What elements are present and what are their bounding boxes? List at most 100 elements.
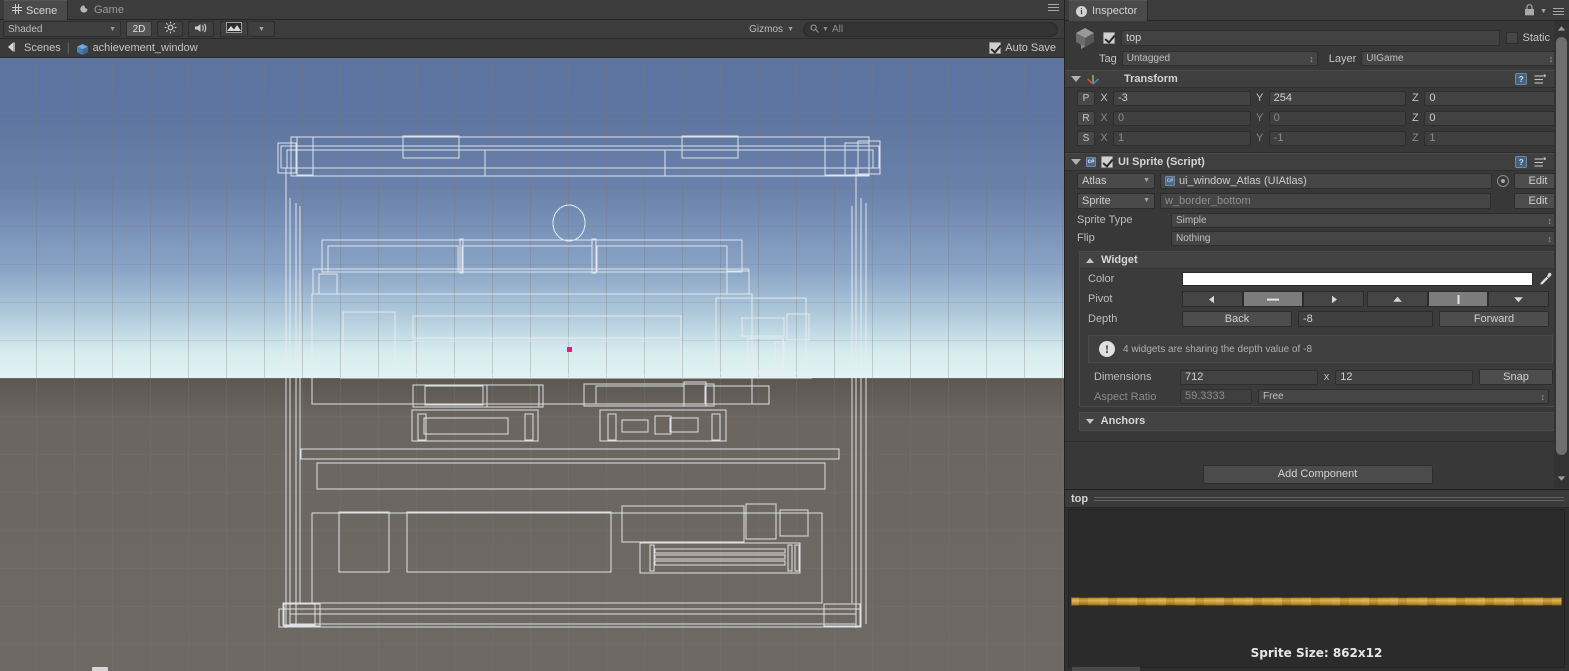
sprite-dropdown[interactable]: Sprite ▼ bbox=[1077, 193, 1155, 209]
dimensions-row: Dimensions 712 x 12 Snap bbox=[1080, 367, 1561, 387]
selection-center-marker bbox=[567, 347, 572, 352]
component-header-ui-sprite[interactable]: c# UI Sprite (Script) ? ⚙ bbox=[1065, 153, 1569, 171]
preset-icon[interactable] bbox=[1534, 74, 1546, 85]
back-arrow-icon[interactable] bbox=[6, 41, 18, 56]
sprite-label: Sprite bbox=[1082, 195, 1111, 207]
depth-back-button[interactable]: Back bbox=[1182, 311, 1292, 327]
scroll-up-icon[interactable] bbox=[1556, 23, 1567, 34]
help-icon[interactable]: ? bbox=[1515, 156, 1528, 168]
fx-toggle-button[interactable] bbox=[220, 21, 248, 37]
gameobject-name-input[interactable]: top bbox=[1121, 29, 1501, 46]
static-checkbox[interactable] bbox=[1506, 31, 1519, 44]
chevron-down-icon: ▼ bbox=[787, 25, 794, 33]
atlas-object-field[interactable]: c# ui_window_Atlas (UIAtlas) bbox=[1160, 173, 1492, 189]
object-picker-icon[interactable] bbox=[1497, 175, 1509, 187]
scrollbar-thumb[interactable] bbox=[1556, 37, 1567, 455]
tag-dropdown[interactable]: Untagged bbox=[1121, 51, 1318, 66]
gizmos-dropdown[interactable]: Gizmos ▼ bbox=[745, 22, 798, 37]
flip-row: Flip Nothing bbox=[1065, 229, 1569, 247]
scene-tabbar-menu[interactable] bbox=[1047, 3, 1060, 13]
tab-game[interactable]: Game bbox=[72, 0, 134, 20]
shading-mode-dropdown[interactable]: Shaded ▼ bbox=[3, 21, 121, 37]
widget-foldout-header[interactable]: Widget bbox=[1080, 252, 1561, 269]
pivot-row: Pivot bbox=[1080, 289, 1561, 309]
anchors-foldout-header[interactable]: Anchors bbox=[1080, 413, 1561, 430]
depth-forward-button[interactable]: Forward bbox=[1439, 311, 1549, 327]
eyedropper-icon[interactable] bbox=[1539, 272, 1553, 286]
inspector-tab-controls: ▼ bbox=[1524, 4, 1564, 19]
toggle-2d-button[interactable]: 2D bbox=[126, 21, 152, 37]
sprite-preview-image bbox=[1071, 597, 1562, 606]
fx-dropdown-button[interactable]: ▼ bbox=[249, 21, 275, 37]
shading-mode-value: Shaded bbox=[8, 23, 43, 35]
scale-y-input[interactable]: -1 bbox=[1268, 130, 1407, 146]
position-x-input[interactable]: -3 bbox=[1113, 90, 1251, 106]
component-header-transform[interactable]: Transform ? ⚙ bbox=[1065, 70, 1569, 88]
ui-sprite-enabled-checkbox[interactable] bbox=[1101, 156, 1113, 168]
divider bbox=[1065, 441, 1569, 442]
rotation-z-input[interactable]: 0 bbox=[1424, 110, 1563, 126]
aspect-ratio-mode-dropdown[interactable]: Free bbox=[1258, 389, 1549, 404]
tab-scene-label: Scene bbox=[26, 4, 58, 17]
tab-inspector[interactable]: i Inspector bbox=[1069, 0, 1149, 21]
depth-value-input[interactable]: -8 bbox=[1298, 311, 1433, 327]
transform-rotation-row: R X 0 Y 0 Z 0 bbox=[1065, 108, 1569, 128]
pivot-center-h-button[interactable] bbox=[1242, 291, 1304, 307]
tab-scene[interactable]: Scene bbox=[4, 0, 69, 20]
pivot-bottom-button[interactable] bbox=[1488, 291, 1550, 307]
add-component-button[interactable]: Add Component bbox=[1202, 465, 1433, 484]
dimensions-width-input[interactable]: 712 bbox=[1180, 369, 1318, 385]
flip-dropdown[interactable]: Nothing bbox=[1171, 230, 1556, 246]
foldout-icon[interactable] bbox=[1071, 76, 1081, 82]
scale-x-label: X bbox=[1100, 132, 1108, 144]
help-icon[interactable]: ? bbox=[1515, 73, 1528, 85]
lock-icon[interactable] bbox=[1524, 4, 1535, 19]
rotation-y-input[interactable]: 0 bbox=[1268, 110, 1407, 126]
pivot-top-button[interactable] bbox=[1367, 291, 1428, 307]
position-button[interactable]: P bbox=[1077, 90, 1095, 106]
position-y-input[interactable]: 254 bbox=[1268, 90, 1407, 106]
auto-save-checkbox[interactable] bbox=[989, 42, 1002, 54]
rotation-z-label: Z bbox=[1411, 112, 1419, 124]
sprite-type-label: Sprite Type bbox=[1077, 214, 1133, 226]
rotation-x-input[interactable]: 0 bbox=[1113, 110, 1251, 126]
scene-viewport[interactable] bbox=[0, 58, 1064, 671]
inspector-scrollbar[interactable] bbox=[1554, 21, 1569, 488]
inspector-panel: i Inspector ▼ top Static Tag Untagged ↕ … bbox=[1064, 0, 1569, 671]
auto-save-toggle[interactable]: Auto Save bbox=[989, 42, 1056, 54]
color-swatch[interactable] bbox=[1182, 272, 1533, 286]
lighting-toggle-button[interactable] bbox=[157, 21, 183, 37]
sprite-type-dropdown[interactable]: Simple bbox=[1171, 212, 1556, 228]
rotation-button[interactable]: R bbox=[1077, 110, 1095, 126]
scroll-down-icon[interactable] bbox=[1556, 473, 1567, 484]
position-z-input[interactable]: 0 bbox=[1424, 90, 1563, 106]
scale-z-input[interactable]: 1 bbox=[1424, 130, 1563, 146]
pivot-left-button[interactable] bbox=[1182, 291, 1243, 307]
scale-x-input[interactable]: 1 bbox=[1113, 130, 1251, 146]
sprite-preview-canvas[interactable]: Sprite Size: 862x12 bbox=[1068, 509, 1565, 668]
preview-bottom-button[interactable] bbox=[1071, 666, 1141, 671]
scale-button[interactable]: S bbox=[1077, 130, 1095, 146]
sprite-name-field[interactable]: w_border_bottom bbox=[1160, 193, 1491, 209]
color-row: Color bbox=[1080, 269, 1561, 289]
foldout-icon[interactable] bbox=[1071, 159, 1081, 165]
scene-bottom-handle[interactable] bbox=[92, 667, 108, 671]
chevron-down-icon: ▼ bbox=[109, 25, 116, 33]
audio-toggle-button[interactable] bbox=[188, 21, 214, 37]
snap-button[interactable]: Snap bbox=[1479, 369, 1553, 385]
hamburger-icon[interactable] bbox=[1047, 3, 1060, 13]
tab-inspector-label: Inspector bbox=[1092, 4, 1138, 17]
pivot-right-button[interactable] bbox=[1303, 291, 1365, 307]
gameobject-enabled-checkbox[interactable] bbox=[1103, 31, 1115, 44]
pivot-center-v-button[interactable] bbox=[1427, 291, 1489, 307]
breadcrumb-scenes[interactable]: Scenes bbox=[24, 42, 61, 54]
atlas-dropdown[interactable]: Atlas ▼ bbox=[1077, 173, 1155, 189]
aspect-ratio-label: Aspect Ratio bbox=[1094, 390, 1157, 403]
hamburger-icon[interactable] bbox=[1552, 7, 1564, 16]
layer-dropdown[interactable]: UIGame bbox=[1361, 51, 1558, 66]
dimensions-height-input[interactable]: 12 bbox=[1335, 369, 1473, 385]
gizmos-search-input[interactable]: ▼ All bbox=[803, 22, 1058, 37]
pivot-label: Pivot bbox=[1088, 293, 1113, 305]
preset-icon[interactable] bbox=[1534, 157, 1546, 168]
breadcrumb-scene-name[interactable]: achievement_window bbox=[93, 42, 198, 54]
